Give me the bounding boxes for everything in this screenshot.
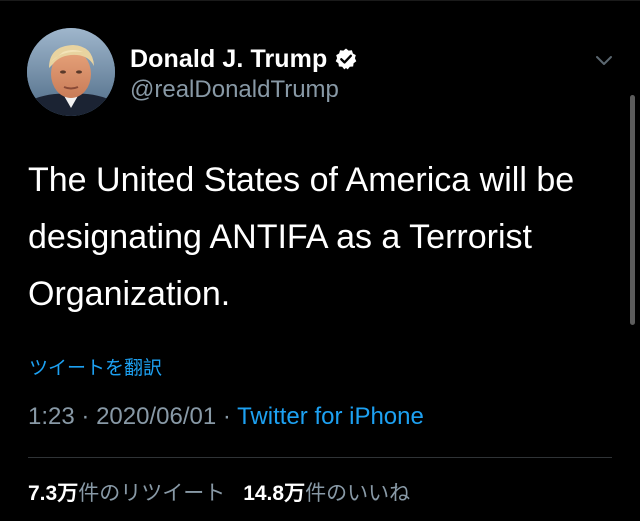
tweet-date: 2020/06/01 xyxy=(96,403,217,430)
engagement-stats: 7.3万件のリツイート 14.8万件のいいね xyxy=(28,477,410,507)
tweet-time: 1:23 xyxy=(28,403,75,430)
likes-stat[interactable]: 14.8万件のいいね xyxy=(243,482,410,505)
author-name-row[interactable]: Donald J. Trump xyxy=(130,42,358,76)
top-divider xyxy=(0,0,640,1)
meta-separator: · xyxy=(81,403,90,430)
likes-label: 件のいいね xyxy=(305,482,411,505)
translate-tweet-link[interactable]: ツイートを翻訳 xyxy=(29,353,162,380)
chevron-down-icon[interactable] xyxy=(592,50,616,70)
avatar[interactable] xyxy=(27,28,115,116)
retweets-stat[interactable]: 7.3万件のリツイート xyxy=(28,482,225,505)
retweets-count: 7.3万 xyxy=(28,482,79,505)
verified-badge-icon xyxy=(334,47,358,71)
author-display-name[interactable]: Donald J. Trump xyxy=(130,45,327,74)
likes-count: 14.8万 xyxy=(243,482,306,505)
scrollbar[interactable] xyxy=(630,95,635,325)
tweet-meta: 1:23 · 2020/06/01 · Twitter for iPhone xyxy=(28,403,424,431)
author-handle[interactable]: @realDonaldTrump xyxy=(130,76,339,104)
tweet-text: The United States of America will be des… xyxy=(28,161,575,313)
avatar-photo xyxy=(27,28,115,116)
retweets-label: 件のリツイート xyxy=(78,482,226,505)
meta-separator: · xyxy=(222,403,231,430)
stats-divider xyxy=(28,457,612,458)
tweet-source-link[interactable]: Twitter for iPhone xyxy=(237,403,424,430)
